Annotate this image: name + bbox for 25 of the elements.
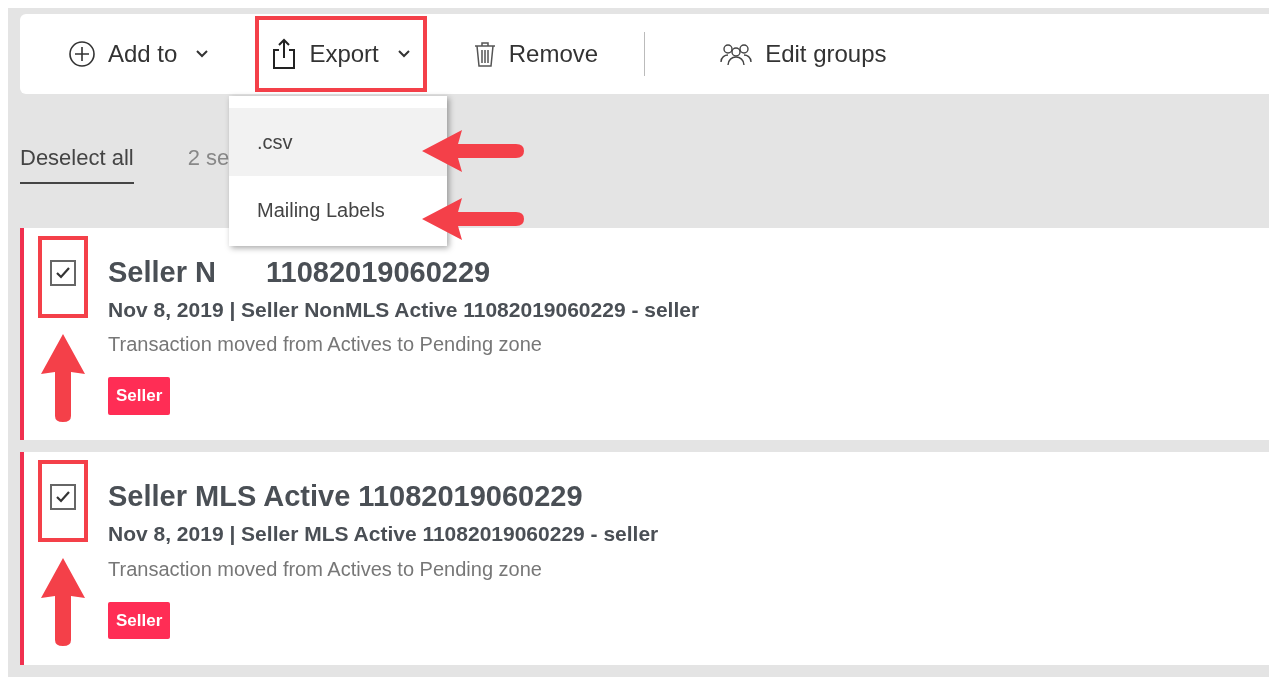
checkbox[interactable] [50,259,76,286]
toolbar-button[interactable]: Edit groups [703,15,903,92]
check-icon [55,490,71,505]
people-icon [719,41,754,66]
plus-circle-icon [68,39,96,68]
card-description: Transaction moved from Actives to Pending zone [108,556,543,582]
toolbar-button[interactable]: Add to [52,15,226,92]
card-title: Seller N [108,254,216,290]
deselect-all-link[interactable]: Deselect all [20,140,134,184]
card-subtitle: Nov 8, 2019 | Seller MLS Active 11082019060229 - seller [108,521,659,548]
checkbox[interactable] [50,484,76,511]
card-title: 11082019060229 [266,254,491,290]
selection-count: 2 se [187,143,230,172]
tag: Seller [108,601,171,640]
menu-item[interactable]: .csv [229,108,447,176]
card-description: Transaction moved from Actives to Pending zone [108,332,543,358]
card-title: Seller MLS Active 11082019060229 [108,479,583,515]
trash-icon [472,39,497,68]
share-icon [271,37,298,70]
check-icon [55,265,71,280]
tag: Seller [108,377,171,415]
card-subtitle: Nov 8, 2019 | Seller NonMLS Active 11082019060229 - seller [108,296,700,323]
menu-item[interactable]: Mailing Labels [229,176,447,244]
toolbar-button[interactable]: Remove [456,15,615,92]
toolbar-button[interactable]: Export [255,15,427,92]
